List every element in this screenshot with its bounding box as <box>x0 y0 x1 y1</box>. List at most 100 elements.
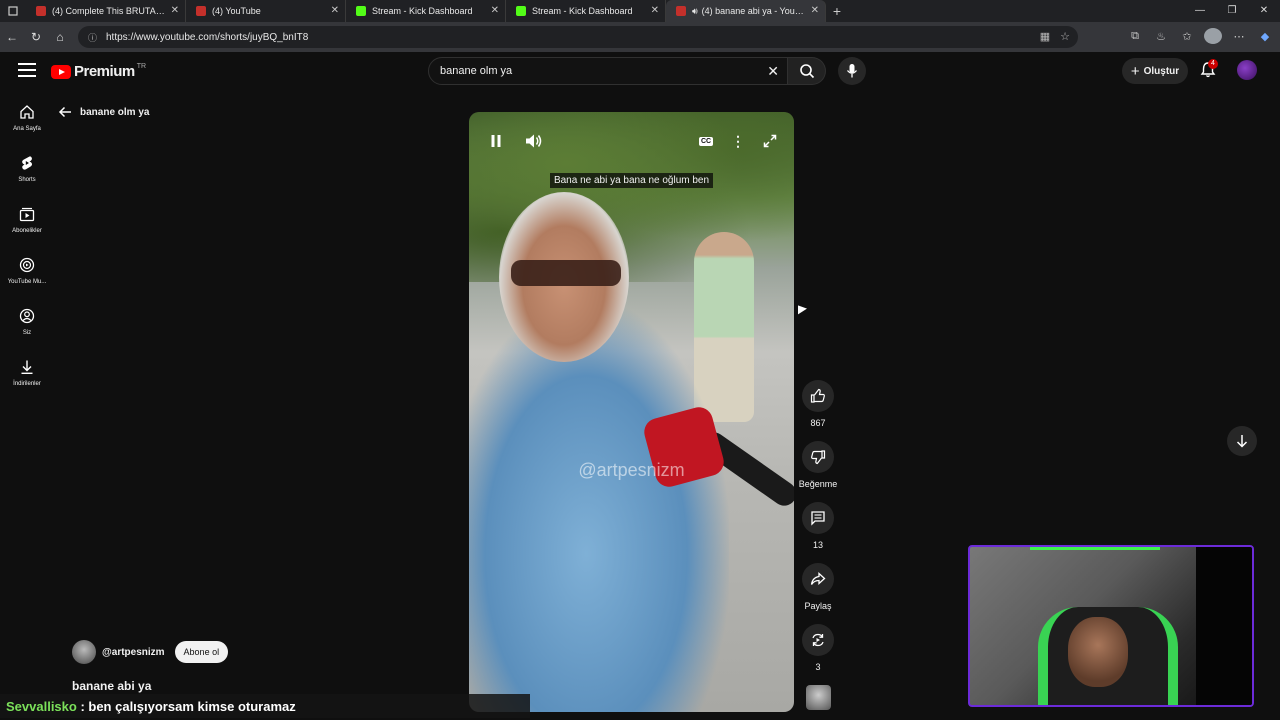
browser-tab-2[interactable]: (4) YouTube ✕ <box>186 0 346 22</box>
you-icon <box>19 308 35 324</box>
back-to-search-link[interactable]: banane olm ya <box>58 106 149 118</box>
channel-avatar[interactable] <box>72 640 96 664</box>
channel-handle[interactable]: @artpesnizm <box>102 647 165 658</box>
remix-action[interactable]: 3 <box>798 624 838 672</box>
favorites-icon[interactable]: ✩ <box>1178 30 1196 43</box>
sidebar-item-home[interactable]: Ana Sayfa <box>0 92 54 143</box>
sidebar-item-youtube-music[interactable]: YouTube Mu... <box>0 245 54 296</box>
arrow-down-icon <box>1236 435 1248 448</box>
remix-count: 3 <box>815 662 821 672</box>
youtube-favicon-icon <box>196 6 206 16</box>
tab-title: Stream - Kick Dashboard <box>372 6 473 16</box>
tab-close-icon[interactable]: ✕ <box>651 5 659 16</box>
maximize-icon[interactable]: ❐ <box>1216 0 1248 22</box>
new-tab-button[interactable]: + <box>826 3 848 19</box>
microphone-icon <box>846 64 858 78</box>
tab-close-icon[interactable]: ✕ <box>171 5 179 16</box>
browser-tab-3[interactable]: Stream - Kick Dashboard ✕ <box>346 0 506 22</box>
kick-favicon-icon <box>356 6 366 16</box>
browser-right-tools: ⧉ ♨ ✩ ⋯ ◆ <box>1126 28 1274 44</box>
reload-icon[interactable]: ↻ <box>24 30 48 44</box>
sidebar: Ana Sayfa Shorts Abonelikler YouTube Mu.… <box>0 92 54 398</box>
remix-icon <box>812 633 824 647</box>
volume-icon <box>526 134 542 148</box>
fullscreen-button[interactable] <box>761 132 779 150</box>
like-button[interactable] <box>802 380 834 412</box>
subscriptions-icon <box>19 207 35 222</box>
next-short-button[interactable] <box>1227 426 1257 456</box>
thumbs-down-icon <box>811 450 826 465</box>
menu-icon[interactable] <box>18 63 36 81</box>
more-vertical-icon: ⋮ <box>731 133 745 149</box>
tab-actions-icon[interactable] <box>0 0 26 22</box>
shorts-video-player[interactable]: @artpesnizm CC ⋮ Bana ne abi ya bana ne … <box>469 112 794 712</box>
reader-view-icon[interactable]: ▦ <box>1040 30 1050 43</box>
clear-search-icon[interactable]: ✕ <box>767 63 779 80</box>
dislike-action[interactable]: Beğenme <box>798 441 838 489</box>
sidebar-item-you[interactable]: Siz <box>0 296 54 347</box>
window-controls: — ❐ ✕ <box>1184 0 1280 22</box>
notifications-button[interactable]: 4 <box>1199 59 1219 81</box>
search-icon <box>799 64 814 79</box>
performance-icon[interactable]: ♨ <box>1152 30 1170 43</box>
browser-tab-1[interactable]: (4) Complete This BRUTAL Battle ✕ <box>26 0 186 22</box>
site-info-icon[interactable]: ⓘ <box>88 31 100 44</box>
browser-tab-bar: (4) Complete This BRUTAL Battle ✕ (4) Yo… <box>0 0 1280 22</box>
home-browser-icon[interactable]: ⌂ <box>48 30 72 44</box>
close-window-icon[interactable]: ✕ <box>1248 0 1280 22</box>
profile-avatar[interactable] <box>1204 28 1222 44</box>
voice-search-button[interactable] <box>838 57 866 85</box>
captions-button[interactable]: CC <box>697 132 715 150</box>
audio-playing-icon[interactable]: 🔊︎ <box>692 6 698 17</box>
comments-button[interactable] <box>802 502 834 534</box>
more-menu-icon[interactable]: ⋯ <box>1230 30 1248 43</box>
browser-tab-4[interactable]: Stream - Kick Dashboard ✕ <box>506 0 666 22</box>
webcam-dark-region <box>1196 547 1252 705</box>
create-button[interactable]: + Oluştur <box>1122 58 1188 84</box>
tab-title: (4) Complete This BRUTAL Battle <box>52 6 165 16</box>
share-action[interactable]: Paylaş <box>798 563 838 611</box>
volume-button[interactable] <box>523 132 545 150</box>
video-title: banane abi ya <box>72 679 152 693</box>
sidebar-item-label: YouTube Mu... <box>7 279 47 285</box>
comments-action[interactable]: 13 <box>798 502 838 550</box>
subscribe-button[interactable]: Abone ol <box>174 641 229 663</box>
youtube-premium-logo[interactable]: Premium TR <box>51 63 146 80</box>
minimize-icon[interactable]: — <box>1184 0 1216 22</box>
extensions-icon[interactable]: ⧉ <box>1126 30 1144 43</box>
dislike-button[interactable] <box>802 441 834 473</box>
share-button[interactable] <box>802 563 834 595</box>
notification-badge: 4 <box>1208 59 1218 69</box>
tab-close-icon[interactable]: ✕ <box>331 5 339 16</box>
like-action[interactable]: 867 <box>798 380 838 428</box>
more-options-button[interactable]: ⋮ <box>731 132 745 150</box>
stream-chat-overlay: Sevvallisko : ben çalışıyorsam kimse otu… <box>0 694 530 718</box>
tab-close-icon[interactable]: ✕ <box>811 5 819 16</box>
share-label: Paylaş <box>804 601 832 611</box>
youtube-favicon-icon <box>36 6 46 16</box>
cc-icon: CC <box>698 136 714 146</box>
youtube-music-icon <box>19 257 35 273</box>
back-icon[interactable]: ← <box>0 30 24 44</box>
search-input[interactable]: banane olm ya ✕ <box>428 57 788 85</box>
browser-tab-5[interactable]: 🔊︎ (4) banane abi ya - YouTube ✕ <box>666 0 826 22</box>
dislike-label: Beğenme <box>798 479 838 489</box>
sidebar-item-label: Siz <box>22 330 32 336</box>
account-avatar[interactable] <box>1237 60 1257 80</box>
tab-title: (4) YouTube <box>212 6 261 16</box>
pause-button[interactable] <box>487 132 505 150</box>
sound-channel-thumbnail[interactable] <box>806 685 831 710</box>
webcam-frame-accent <box>1030 547 1160 550</box>
search-button[interactable] <box>788 57 826 85</box>
sidebar-item-subscriptions[interactable]: Abonelikler <box>0 194 54 245</box>
sidebar-item-label: Shorts <box>18 177 36 183</box>
sidebar-item-label: İndirilenler <box>13 381 41 387</box>
address-bar[interactable]: ⓘ https://www.youtube.com/shorts/juyBQ_b… <box>78 26 1078 48</box>
sidebar-item-downloads[interactable]: İndirilenler <box>0 347 54 398</box>
sidebar-item-shorts[interactable]: Shorts <box>0 143 54 194</box>
tab-close-icon[interactable]: ✕ <box>491 5 499 16</box>
kick-favicon-icon <box>516 6 526 16</box>
remix-button[interactable] <box>802 624 834 656</box>
favorite-star-icon[interactable]: ☆ <box>1060 30 1070 43</box>
copilot-icon[interactable]: ◆ <box>1256 30 1274 43</box>
